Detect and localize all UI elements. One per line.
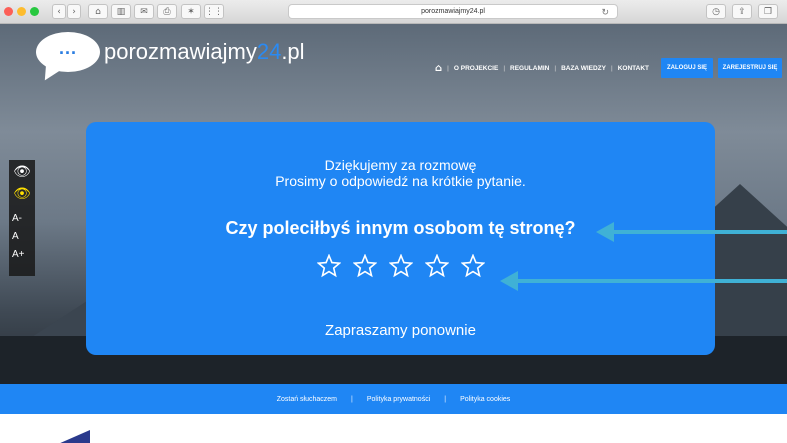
close-window-button[interactable] <box>4 7 13 16</box>
forward-icon[interactable]: › <box>67 4 81 19</box>
footer-link-listener[interactable]: Zostań słuchaczem <box>277 396 337 403</box>
print-icon[interactable]: ⎙ <box>157 4 177 19</box>
sidebar-icon[interactable]: ▥ <box>111 4 131 19</box>
annotation-arrow <box>596 222 787 242</box>
font-normal-button[interactable]: A <box>9 230 35 244</box>
register-button[interactable]: ZAREJESTRUJ SIĘ <box>718 58 782 78</box>
star-icon[interactable] <box>352 254 377 278</box>
share-icon[interactable]: ⇪ <box>732 4 752 19</box>
font-increase-button[interactable]: A+ <box>9 248 35 262</box>
nav-item-kontakt[interactable]: KONTAKT <box>618 65 649 72</box>
star-rating <box>86 254 715 278</box>
browser-toolbar: ‹ › ⌂ ▥ ✉ ⎙ ✶ ⋮⋮ porozmawiajmy24.pl ↻ ◷ … <box>0 0 787 24</box>
site-logo[interactable]: ... porozmawiajmy24.pl <box>36 32 305 72</box>
high-contrast-eye-icon[interactable]: 👁 <box>13 186 31 202</box>
downloads-icon[interactable]: ◷ <box>706 4 726 19</box>
rating-question: Czy poleciłbyś innym osobom tę stronę? <box>225 218 576 238</box>
window-controls <box>4 7 39 16</box>
address-text: porozmawiajmy24.pl <box>421 8 485 15</box>
address-bar[interactable]: porozmawiajmy24.pl ↻ <box>288 4 618 19</box>
chat-bubble-icon: ... <box>36 32 100 72</box>
reload-icon[interactable]: ↻ <box>601 5 609 19</box>
decorative-shape <box>58 430 90 443</box>
main-navigation: ⌂ | O PROJEKCIE | REGULAMIN | BAZA WIEDZ… <box>435 63 649 74</box>
star-icon[interactable] <box>424 254 449 278</box>
nav-item-o-projekcie[interactable]: O PROJEKCIE <box>454 65 498 72</box>
farewell-message: Zapraszamy ponownie <box>325 322 476 339</box>
rating-modal: Dziękujemy za rozmowę Prosimy o odpowied… <box>86 122 715 355</box>
font-decrease-button[interactable]: A- <box>9 212 35 226</box>
home-icon[interactable]: ⌂ <box>435 63 442 74</box>
eye-icon[interactable]: 👁 <box>13 164 31 180</box>
home-icon[interactable]: ⌂ <box>88 4 108 19</box>
minimize-window-button[interactable] <box>17 7 26 16</box>
thanks-message: Dziękujemy za rozmowę Prosimy o odpowied… <box>275 157 526 189</box>
star-icon[interactable] <box>316 254 341 278</box>
star-icon[interactable] <box>460 254 485 278</box>
annotation-arrow <box>500 271 787 291</box>
nav-item-baza-wiedzy[interactable]: BAZA WIEDZY <box>561 65 606 72</box>
star-icon[interactable] <box>388 254 413 278</box>
logo-text: porozmawiajmy24.pl <box>104 39 305 64</box>
tabs-icon[interactable]: ❐ <box>758 4 778 19</box>
back-icon[interactable]: ‹ <box>52 4 66 19</box>
footer-link-privacy[interactable]: Polityka prywatności <box>367 396 430 403</box>
login-button[interactable]: ZALOGUJ SIĘ <box>661 58 713 78</box>
extension-icon[interactable]: ✶ <box>181 4 201 19</box>
nav-item-regulamin[interactable]: REGULAMIN <box>510 65 549 72</box>
footer-bar: Zostań słuchaczem | Polityka prywatności… <box>0 384 787 414</box>
zoom-window-button[interactable] <box>30 7 39 16</box>
footer-link-cookies[interactable]: Polityka cookies <box>460 396 510 403</box>
accessibility-panel: 👁 👁 A- A A+ <box>9 160 35 276</box>
grid-icon[interactable]: ⋮⋮ <box>204 4 224 19</box>
mail-icon[interactable]: ✉ <box>134 4 154 19</box>
